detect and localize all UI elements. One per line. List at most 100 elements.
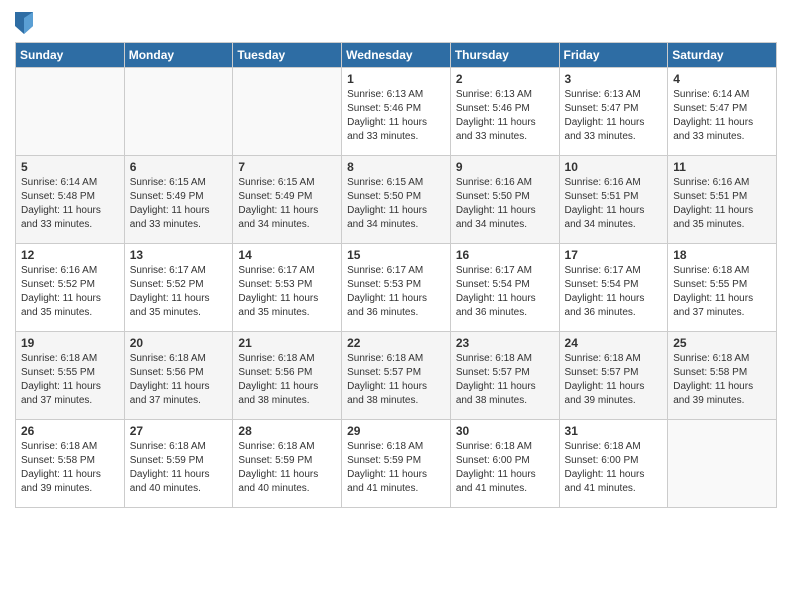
day-number: 6: [130, 160, 228, 174]
day-cell: 10 Sunrise: 6:16 AM Sunset: 5:51 PM Dayli…: [559, 156, 668, 244]
day-info: Sunrise: 6:13 AM Sunset: 5:47 PM Dayligh…: [565, 88, 663, 144]
day-info: Sunrise: 6:16 AM Sunset: 5:51 PM Dayligh…: [565, 176, 663, 232]
day-number: 30: [456, 424, 554, 438]
day-info: Sunrise: 6:17 AM Sunset: 5:54 PM Dayligh…: [456, 264, 554, 320]
day-number: 15: [347, 248, 445, 262]
day-cell: 8 Sunrise: 6:15 AM Sunset: 5:50 PM Daylig…: [342, 156, 451, 244]
col-saturday: Saturday: [668, 43, 777, 68]
day-info: Sunrise: 6:18 AM Sunset: 6:00 PM Dayligh…: [565, 440, 663, 496]
col-monday: Monday: [124, 43, 233, 68]
col-friday: Friday: [559, 43, 668, 68]
day-cell: 21 Sunrise: 6:18 AM Sunset: 5:56 PM Dayli…: [233, 332, 342, 420]
day-cell: 15 Sunrise: 6:17 AM Sunset: 5:53 PM Dayli…: [342, 244, 451, 332]
day-info: Sunrise: 6:18 AM Sunset: 5:56 PM Dayligh…: [130, 352, 228, 408]
day-info: Sunrise: 6:16 AM Sunset: 5:50 PM Dayligh…: [456, 176, 554, 232]
header-row: Sunday Monday Tuesday Wednesday Thursday…: [16, 43, 777, 68]
week-row-1: 1Sunrise: 6:13 AM Sunset: 5:46 PM Daylig…: [16, 68, 777, 156]
day-info: Sunrise: 6:16 AM Sunset: 5:51 PM Dayligh…: [673, 176, 771, 232]
day-cell: 11 Sunrise: 6:16 AM Sunset: 5:51 PM Dayli…: [668, 156, 777, 244]
col-sunday: Sunday: [16, 43, 125, 68]
week-row-2: 5 Sunrise: 6:14 AM Sunset: 5:48 PM Daylig…: [16, 156, 777, 244]
day-cell: [668, 420, 777, 508]
day-number: 31: [565, 424, 663, 438]
day-number: 5: [21, 160, 119, 174]
day-info: Sunrise: 6:18 AM Sunset: 5:55 PM Dayligh…: [673, 264, 771, 320]
day-cell: 19Sunrise: 6:18 AM Sunset: 5:55 PM Dayli…: [16, 332, 125, 420]
day-number: 22: [347, 336, 445, 350]
day-info: Sunrise: 6:18 AM Sunset: 5:56 PM Dayligh…: [238, 352, 336, 408]
day-number: 21: [238, 336, 336, 350]
day-cell: 5 Sunrise: 6:14 AM Sunset: 5:48 PM Daylig…: [16, 156, 125, 244]
day-info: Sunrise: 6:14 AM Sunset: 5:48 PM Dayligh…: [21, 176, 119, 232]
day-cell: [124, 68, 233, 156]
day-cell: 13Sunrise: 6:17 AM Sunset: 5:52 PM Dayli…: [124, 244, 233, 332]
col-thursday: Thursday: [450, 43, 559, 68]
day-number: 27: [130, 424, 228, 438]
week-row-3: 12Sunrise: 6:16 AM Sunset: 5:52 PM Dayli…: [16, 244, 777, 332]
day-cell: 2Sunrise: 6:13 AM Sunset: 5:46 PM Daylig…: [450, 68, 559, 156]
day-number: 20: [130, 336, 228, 350]
day-info: Sunrise: 6:18 AM Sunset: 5:57 PM Dayligh…: [347, 352, 445, 408]
day-info: Sunrise: 6:15 AM Sunset: 5:49 PM Dayligh…: [238, 176, 336, 232]
day-info: Sunrise: 6:18 AM Sunset: 5:59 PM Dayligh…: [347, 440, 445, 496]
day-number: 24: [565, 336, 663, 350]
day-cell: 7 Sunrise: 6:15 AM Sunset: 5:49 PM Daylig…: [233, 156, 342, 244]
day-info: Sunrise: 6:14 AM Sunset: 5:47 PM Dayligh…: [673, 88, 771, 144]
day-info: Sunrise: 6:18 AM Sunset: 6:00 PM Dayligh…: [456, 440, 554, 496]
day-cell: 16 Sunrise: 6:17 AM Sunset: 5:54 PM Dayli…: [450, 244, 559, 332]
day-cell: 30 Sunrise: 6:18 AM Sunset: 6:00 PM Dayli…: [450, 420, 559, 508]
day-number: 4: [673, 72, 771, 86]
day-number: 26: [21, 424, 119, 438]
day-number: 14: [238, 248, 336, 262]
day-number: 29: [347, 424, 445, 438]
day-info: Sunrise: 6:18 AM Sunset: 5:59 PM Dayligh…: [130, 440, 228, 496]
day-number: 9: [456, 160, 554, 174]
day-info: Sunrise: 6:17 AM Sunset: 5:54 PM Dayligh…: [565, 264, 663, 320]
day-number: 16: [456, 248, 554, 262]
day-cell: 12Sunrise: 6:16 AM Sunset: 5:52 PM Dayli…: [16, 244, 125, 332]
day-cell: 9 Sunrise: 6:16 AM Sunset: 5:50 PM Daylig…: [450, 156, 559, 244]
logo-icon: [15, 12, 33, 34]
page-header: [15, 10, 777, 34]
day-number: 11: [673, 160, 771, 174]
day-cell: 6 Sunrise: 6:15 AM Sunset: 5:49 PM Daylig…: [124, 156, 233, 244]
day-cell: 23 Sunrise: 6:18 AM Sunset: 5:57 PM Dayli…: [450, 332, 559, 420]
calendar-table: Sunday Monday Tuesday Wednesday Thursday…: [15, 42, 777, 508]
day-cell: 26 Sunrise: 6:18 AM Sunset: 5:58 PM Dayli…: [16, 420, 125, 508]
day-number: 7: [238, 160, 336, 174]
day-info: Sunrise: 6:18 AM Sunset: 5:58 PM Dayligh…: [21, 440, 119, 496]
day-cell: 24 Sunrise: 6:18 AM Sunset: 5:57 PM Dayli…: [559, 332, 668, 420]
day-info: Sunrise: 6:15 AM Sunset: 5:49 PM Dayligh…: [130, 176, 228, 232]
day-number: 10: [565, 160, 663, 174]
day-number: 3: [565, 72, 663, 86]
day-info: Sunrise: 6:18 AM Sunset: 5:59 PM Dayligh…: [238, 440, 336, 496]
day-cell: 20 Sunrise: 6:18 AM Sunset: 5:56 PM Dayli…: [124, 332, 233, 420]
col-wednesday: Wednesday: [342, 43, 451, 68]
day-info: Sunrise: 6:17 AM Sunset: 5:53 PM Dayligh…: [238, 264, 336, 320]
day-cell: 4 Sunrise: 6:14 AM Sunset: 5:47 PM Daylig…: [668, 68, 777, 156]
day-number: 28: [238, 424, 336, 438]
day-number: 2: [456, 72, 554, 86]
day-cell: 14 Sunrise: 6:17 AM Sunset: 5:53 PM Dayli…: [233, 244, 342, 332]
day-cell: 3 Sunrise: 6:13 AM Sunset: 5:47 PM Daylig…: [559, 68, 668, 156]
day-cell: 25Sunrise: 6:18 AM Sunset: 5:58 PM Dayli…: [668, 332, 777, 420]
day-info: Sunrise: 6:18 AM Sunset: 5:58 PM Dayligh…: [673, 352, 771, 408]
day-number: 8: [347, 160, 445, 174]
day-cell: 27 Sunrise: 6:18 AM Sunset: 5:59 PM Dayli…: [124, 420, 233, 508]
day-cell: 1Sunrise: 6:13 AM Sunset: 5:46 PM Daylig…: [342, 68, 451, 156]
day-number: 1: [347, 72, 445, 86]
day-number: 18: [673, 248, 771, 262]
day-info: Sunrise: 6:18 AM Sunset: 5:57 PM Dayligh…: [565, 352, 663, 408]
day-info: Sunrise: 6:18 AM Sunset: 5:57 PM Dayligh…: [456, 352, 554, 408]
day-info: Sunrise: 6:15 AM Sunset: 5:50 PM Dayligh…: [347, 176, 445, 232]
day-cell: 18 Sunrise: 6:18 AM Sunset: 5:55 PM Dayli…: [668, 244, 777, 332]
day-number: 23: [456, 336, 554, 350]
week-row-5: 26 Sunrise: 6:18 AM Sunset: 5:58 PM Dayli…: [16, 420, 777, 508]
day-cell: 29 Sunrise: 6:18 AM Sunset: 5:59 PM Dayli…: [342, 420, 451, 508]
day-cell: 17Sunrise: 6:17 AM Sunset: 5:54 PM Dayli…: [559, 244, 668, 332]
day-cell: [16, 68, 125, 156]
day-number: 19: [21, 336, 119, 350]
day-info: Sunrise: 6:17 AM Sunset: 5:53 PM Dayligh…: [347, 264, 445, 320]
day-cell: [233, 68, 342, 156]
day-cell: 31 Sunrise: 6:18 AM Sunset: 6:00 PM Dayli…: [559, 420, 668, 508]
